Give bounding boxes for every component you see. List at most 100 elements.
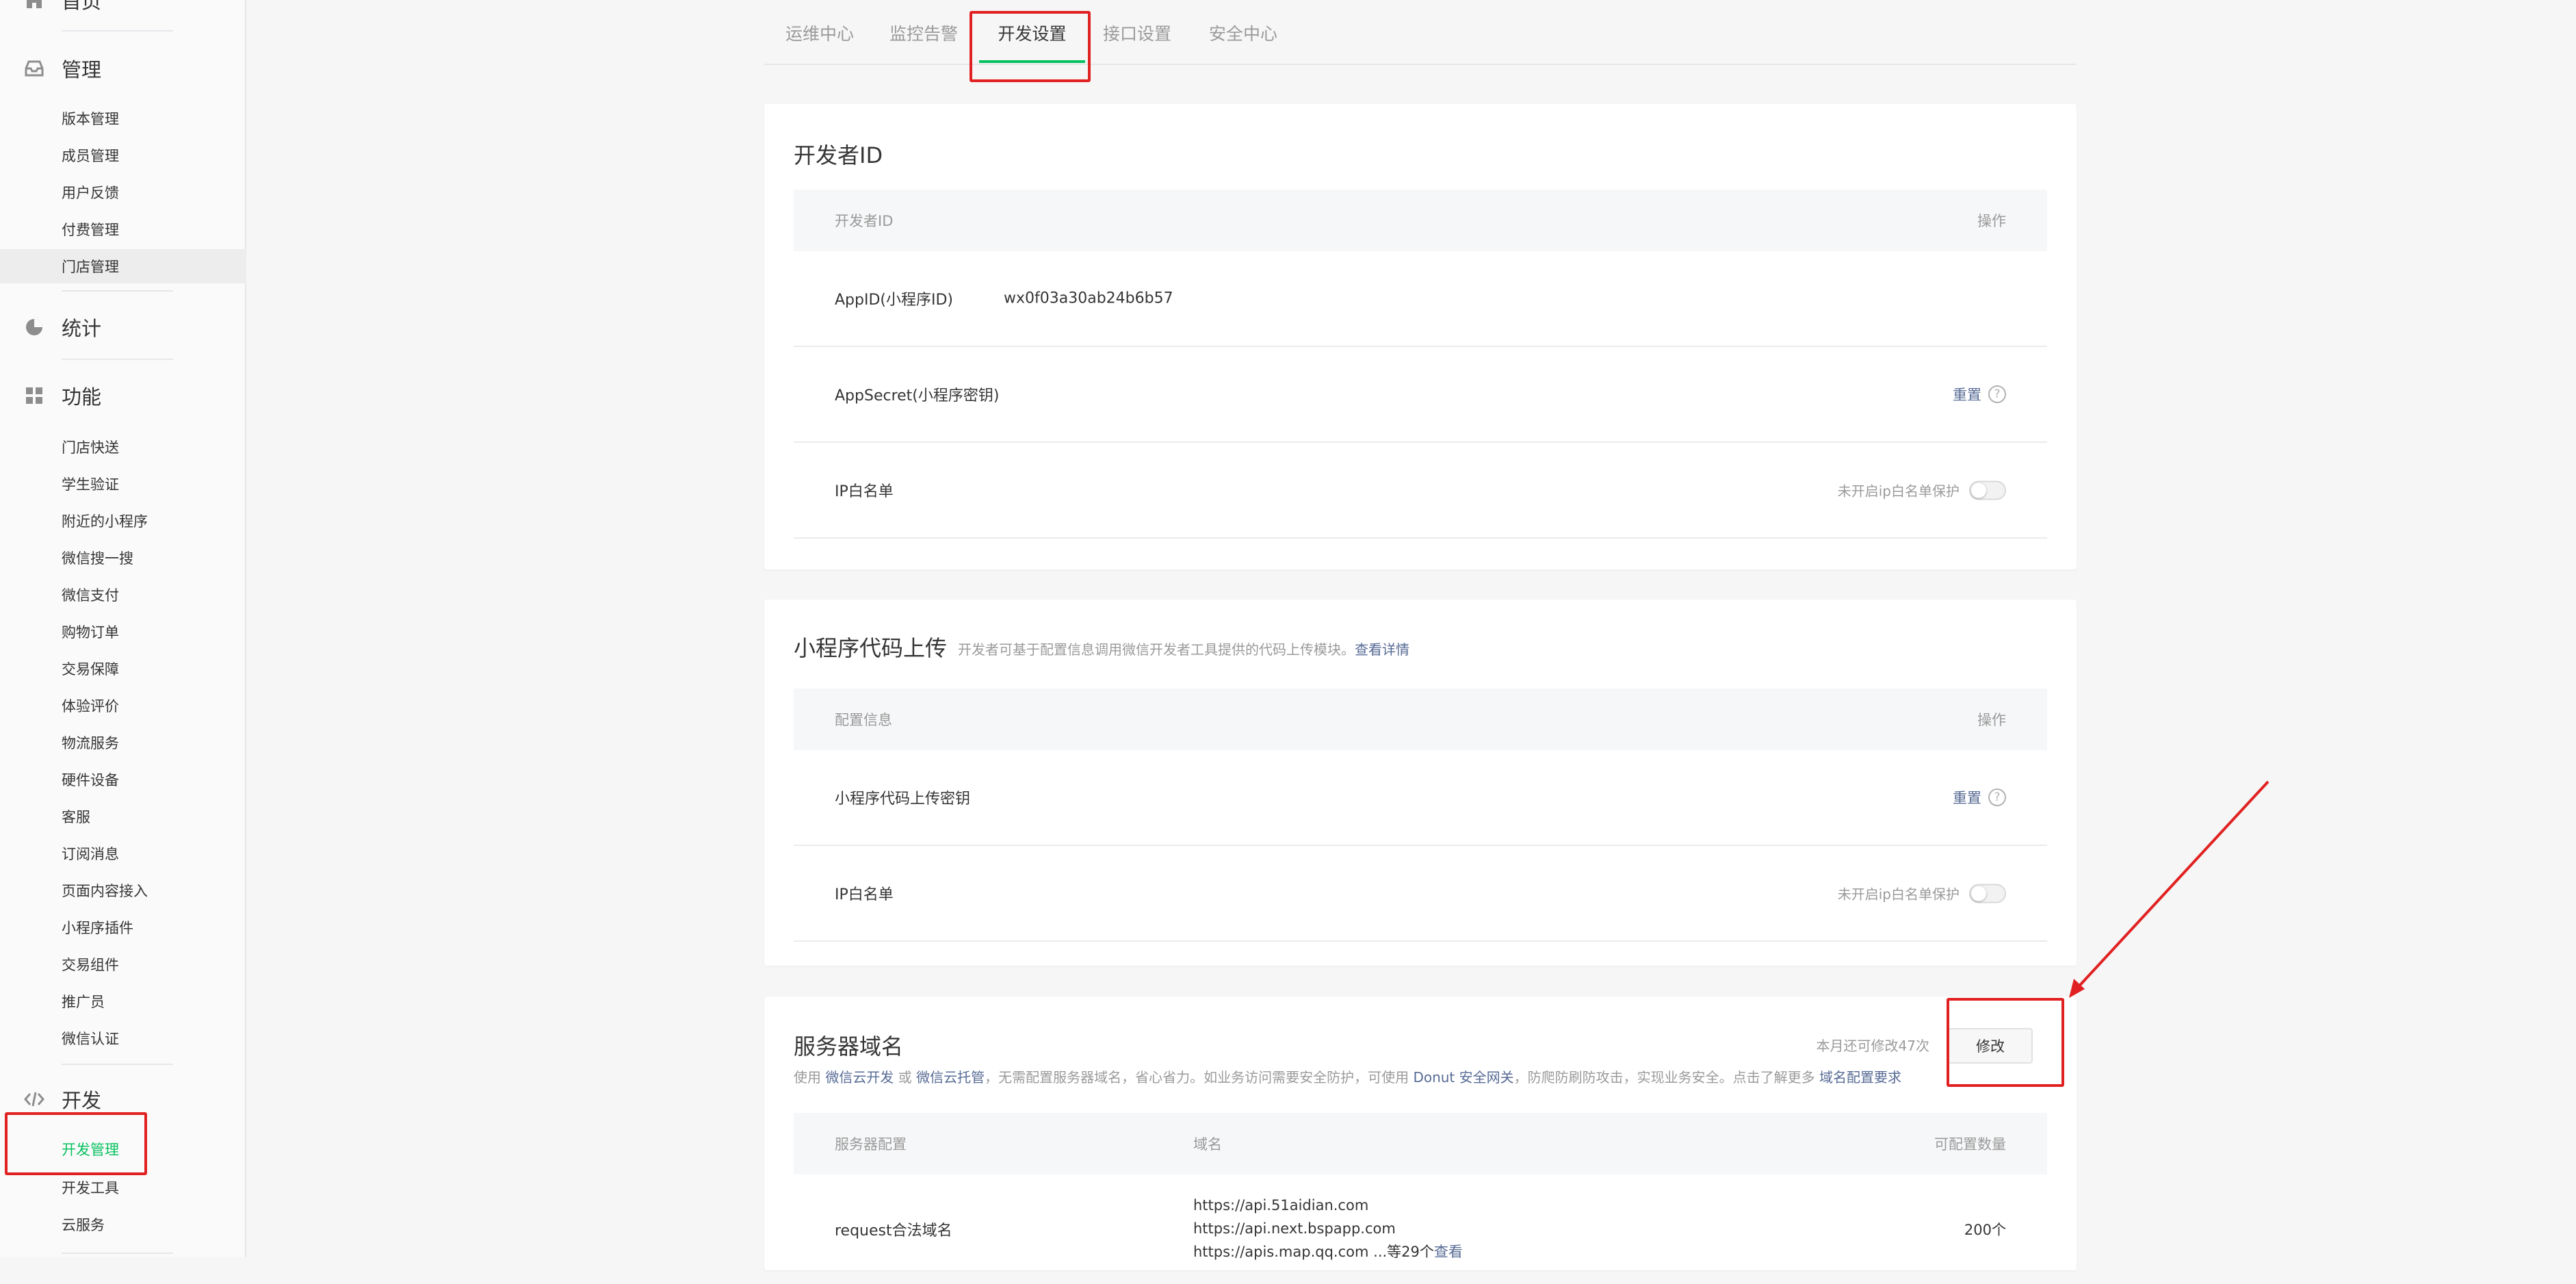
appsecret-label: AppSecret(小程序密钥) [835, 387, 1000, 405]
sidebar: 首页 管理 版本管理 成员管理 用户反馈 付费管理 门店管理 统计 功能 门店快… [0, 0, 246, 1257]
sidebar-item-experience-review[interactable]: 体验评价 [0, 689, 246, 723]
help-icon[interactable]: ? [1988, 385, 2006, 403]
tab-dev-settings[interactable]: 开发设置 [979, 0, 1085, 65]
sidebar-item-hardware[interactable]: 硬件设备 [0, 762, 246, 797]
card-description: 开发者可基于配置信息调用微信开发者工具提供的代码上传模块。查看详情 [958, 639, 1409, 658]
sidebar-item-members[interactable]: 成员管理 [0, 138, 246, 172]
sidebar-item-wechat-cert[interactable]: 微信认证 [0, 1021, 246, 1055]
ip-whitelist-label: IP白名单 [835, 483, 894, 500]
home-icon [23, 0, 45, 11]
sidebar-divider [62, 290, 173, 292]
view-details-link[interactable]: 查看详情 [1355, 641, 1409, 658]
reset-appsecret-link[interactable]: 重置 [1953, 384, 1981, 405]
table-header: 服务器配置 域名 可配置数量 [794, 1113, 2047, 1174]
donut-gateway-link[interactable]: Donut 安全网关 [1413, 1069, 1513, 1086]
description-text: 使用 [794, 1069, 821, 1086]
description-text: ，防爬防刷防攻击，实现业务安全。点击了解更多 [1513, 1069, 1815, 1086]
sidebar-section-label: 开发 [62, 1089, 102, 1112]
sidebar-item-plugins[interactable]: 小程序插件 [0, 910, 246, 945]
column-header: 操作 [1977, 712, 2006, 728]
sidebar-section-label: 功能 [62, 385, 102, 409]
view-more-domains-link[interactable]: 查看 [1434, 1244, 1463, 1260]
column-header: 配置信息 [835, 712, 892, 728]
sidebar-divider [62, 1253, 173, 1254]
table-row-ip-whitelist: IP白名单 未开启ip白名单保护 [794, 846, 2047, 942]
sidebar-section-label: 首页 [62, 0, 102, 13]
sidebar-section-home[interactable]: 首页 [23, 0, 101, 16]
sidebar-item-stores[interactable]: 门店管理 [0, 249, 246, 283]
tab-api-settings[interactable]: 接口设置 [1093, 0, 1182, 65]
sidebar-section-label: 管理 [62, 58, 102, 81]
sidebar-section-dev[interactable]: 开发 [23, 1083, 101, 1116]
sidebar-item-wechat-search[interactable]: 微信搜一搜 [0, 541, 246, 575]
table-header: 开发者ID 操作 [794, 190, 2047, 251]
appid-value: wx0f03a30ab24b6b57 [1004, 290, 1173, 307]
column-header: 服务器配置 [835, 1136, 907, 1153]
active-tab-indicator [979, 60, 1085, 63]
appid-label: AppID(小程序ID) [835, 292, 954, 309]
reset-upload-key-link[interactable]: 重置 [1953, 787, 1981, 808]
ip-whitelist-toggle[interactable] [1969, 884, 2006, 903]
domain-item: https://api.next.bspapp.com [1193, 1220, 1396, 1237]
sidebar-section-label: 统计 [62, 317, 102, 340]
sidebar-section-manage[interactable]: 管理 [23, 52, 101, 85]
more-domains-text: ...等29个 [1373, 1244, 1434, 1260]
domain-item-text: https://apis.map.qq.com [1193, 1244, 1369, 1260]
ip-whitelist-label: IP白名单 [835, 886, 894, 903]
sidebar-item-nearby[interactable]: 附近的小程序 [0, 504, 246, 538]
sidebar-item-dev-tools[interactable]: 开发工具 [0, 1170, 246, 1205]
wechat-cloud-hosting-link[interactable]: 微信云托管 [916, 1069, 985, 1086]
sidebar-item-store-delivery[interactable]: 门店快送 [0, 430, 246, 464]
column-header: 开发者ID [835, 213, 894, 229]
sidebar-item-dev-manage[interactable]: 开发管理 [0, 1132, 246, 1166]
tab-security-center[interactable]: 安全中心 [1199, 0, 1288, 65]
sidebar-divider [62, 1064, 173, 1065]
sidebar-item-logistics[interactable]: 物流服务 [0, 726, 246, 760]
code-upload-card: 小程序代码上传 开发者可基于配置信息调用微信开发者工具提供的代码上传模块。查看详… [764, 600, 2077, 966]
table-row-upload-key: 小程序代码上传密钥 重置 ? [794, 750, 2047, 846]
table-header: 配置信息 操作 [794, 689, 2047, 750]
sidebar-item-wechat-pay[interactable]: 微信支付 [0, 578, 246, 612]
upload-key-label: 小程序代码上传密钥 [835, 791, 971, 808]
grid-icon [23, 385, 45, 407]
tab-ops-center[interactable]: 运维中心 [775, 0, 864, 65]
sidebar-item-orders[interactable]: 购物订单 [0, 615, 246, 649]
domain-list: https://api.51aidian.com https://api.nex… [1193, 1194, 1463, 1263]
description-text: ，无需配置服务器域名，省心省力。如业务访问需要安全防护，可使用 [985, 1069, 1409, 1086]
sidebar-divider [62, 30, 173, 31]
sidebar-item-payment[interactable]: 付费管理 [0, 212, 246, 246]
sidebar-item-student-verify[interactable]: 学生验证 [0, 467, 246, 501]
server-domain-card: 服务器域名 本月还可修改47次 修改 使用 微信云开发 或 微信云托管，无需配置… [764, 997, 2077, 1270]
sidebar-item-trade-guarantee[interactable]: 交易保障 [0, 652, 246, 686]
ip-whitelist-actions: 未开启ip白名单保护 [1838, 884, 2006, 903]
sidebar-item-trade-component[interactable]: 交易组件 [0, 947, 246, 981]
table-row-request-domain: request合法域名 https://api.51aidian.com htt… [794, 1174, 2047, 1284]
sidebar-item-customer-service[interactable]: 客服 [0, 799, 246, 834]
ip-whitelist-actions: 未开启ip白名单保护 [1838, 480, 2006, 500]
sidebar-item-feedback[interactable]: 用户反馈 [0, 175, 246, 209]
help-icon[interactable]: ? [1988, 788, 2006, 806]
developer-id-card: 开发者ID 开发者ID 操作 AppID(小程序ID) wx0f03a30ab2… [764, 104, 2077, 569]
card-description: 使用 微信云开发 或 微信云托管，无需配置服务器域名，省心省力。如业务访问需要安… [794, 1066, 1901, 1086]
sidebar-item-page-content[interactable]: 页面内容接入 [0, 873, 246, 908]
domain-item: https://api.51aidian.com [1193, 1197, 1369, 1214]
code-icon [23, 1088, 45, 1110]
domain-requirements-link[interactable]: 域名配置要求 [1819, 1069, 1901, 1086]
sidebar-section-features[interactable]: 功能 [23, 379, 101, 412]
table-row-appid: AppID(小程序ID) wx0f03a30ab24b6b57 [794, 251, 2047, 347]
ip-whitelist-toggle[interactable] [1969, 480, 2006, 500]
table-row-ip-whitelist: IP白名单 未开启ip白名单保护 [794, 443, 2047, 539]
sidebar-section-stats[interactable]: 统计 [23, 311, 101, 344]
sidebar-item-cloud-service[interactable]: 云服务 [0, 1207, 246, 1242]
appsecret-actions: 重置 ? [1953, 384, 2006, 405]
pie-chart-icon [23, 316, 45, 338]
card-title: 小程序代码上传 [794, 635, 948, 661]
wechat-cloud-dev-link[interactable]: 微信云开发 [825, 1069, 894, 1086]
tab-monitoring[interactable]: 监控告警 [879, 0, 968, 65]
modify-button[interactable]: 修改 [1948, 1028, 2033, 1064]
modify-remaining-text: 本月还可修改47次 [1816, 1038, 1929, 1054]
sidebar-item-promoter[interactable]: 推广员 [0, 984, 246, 1018]
sidebar-item-version[interactable]: 版本管理 [0, 101, 246, 136]
upload-key-actions: 重置 ? [1953, 787, 2006, 808]
sidebar-item-subscribe-msg[interactable]: 订阅消息 [0, 836, 246, 871]
